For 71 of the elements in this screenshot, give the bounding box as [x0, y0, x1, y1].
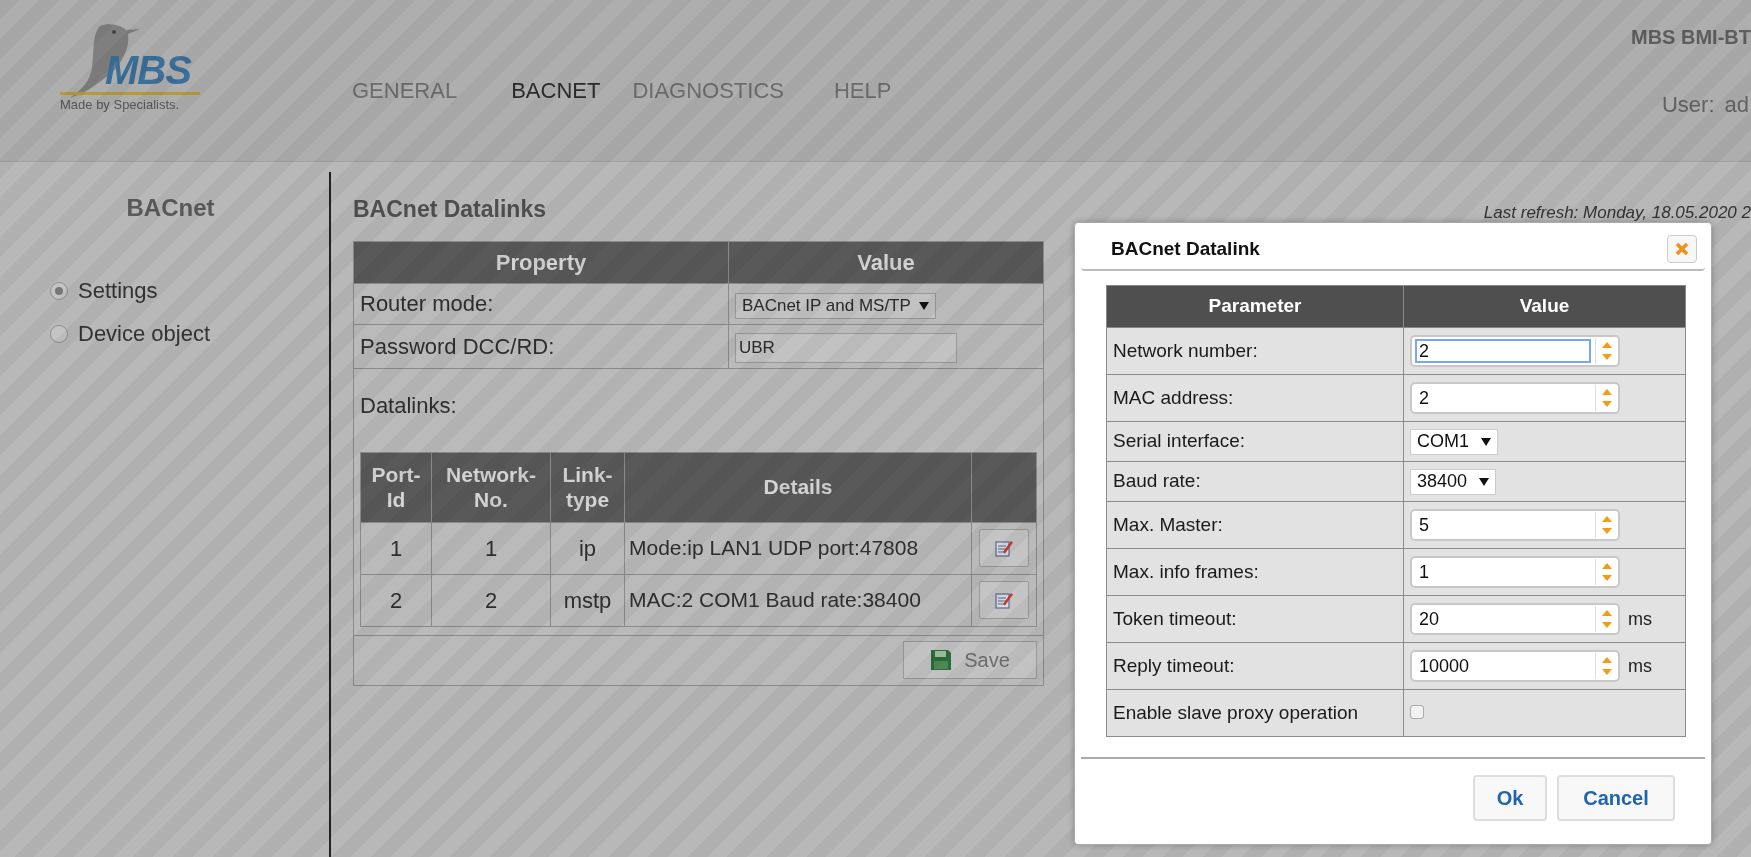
number-spin-box[interactable]: 20: [1410, 603, 1620, 635]
table-cell: ip: [550, 522, 625, 574]
radio[interactable]: [50, 281, 68, 300]
number-input[interactable]: 2: [1415, 339, 1591, 363]
column-header: Link-type: [562, 462, 613, 511]
column-header: Value: [1403, 285, 1686, 328]
edit-button[interactable]: [979, 581, 1029, 619]
table-cell: mstp: [550, 574, 625, 626]
number-input[interactable]: 10000: [1415, 654, 1591, 678]
parameter-label: Serial interface:: [1106, 421, 1404, 462]
table-cell: 1: [431, 522, 551, 574]
caret-icon: [918, 301, 929, 310]
nav-tab[interactable]: BACNET: [511, 74, 601, 107]
number-spin-box[interactable]: 2: [1410, 335, 1620, 367]
table-cell: Mode:ip LAN1 UDP port:47808: [624, 522, 972, 574]
column-header: Network-No.: [446, 462, 536, 511]
column-header: Property: [353, 241, 729, 283]
dropdown[interactable]: COM1: [1410, 428, 1498, 455]
device-title: MBS BMI-BT: [1631, 25, 1751, 50]
password-field[interactable]: UBR: [735, 333, 957, 363]
parameter-label: Reply timeout:: [1106, 642, 1404, 690]
page-title: BACnet Datalinks: [353, 195, 546, 224]
caret-icon: [1479, 477, 1490, 486]
column-header: Parameter: [1106, 285, 1404, 328]
parameter-label: Max. Master:: [1106, 501, 1404, 549]
caret-icon: [1481, 437, 1491, 446]
sidebar-title: BACnet: [125, 193, 216, 223]
sidebar-item[interactable]: Settings: [50, 274, 329, 307]
checkbox[interactable]: [1410, 704, 1424, 719]
parameter-label: Network number:: [1106, 327, 1404, 375]
number-input[interactable]: 20: [1415, 607, 1591, 631]
parameter-label: MAC address:: [1106, 374, 1404, 422]
parameter-label: Max. info frames:: [1106, 548, 1404, 596]
dialog-button[interactable]: Cancel: [1557, 775, 1675, 821]
number-spin-box[interactable]: 10000: [1410, 650, 1620, 682]
user-label: User:: [1661, 91, 1715, 119]
logo-text: MBS: [105, 50, 191, 90]
dialog-title: BACnet Datalink: [1111, 236, 1260, 261]
property-label: Router mode:: [353, 283, 729, 324]
dropdown[interactable]: 38400: [1410, 468, 1497, 495]
edit-icon: [994, 590, 1014, 610]
dialog-button[interactable]: Ok: [1473, 775, 1547, 821]
column-header: Value: [728, 241, 1044, 283]
number-spin-box[interactable]: 5: [1410, 509, 1620, 541]
unit-label: ms: [1628, 654, 1652, 678]
parameter-label: Token timeout:: [1106, 595, 1404, 643]
unit-label: ms: [1628, 607, 1652, 631]
parameter-label: Enable slave proxy operation: [1106, 689, 1404, 737]
parameter-label: Baud rate:: [1106, 461, 1404, 502]
table-cell: 2: [360, 574, 432, 626]
radio[interactable]: [50, 324, 68, 343]
logo-tagline: Made by Specialists.: [60, 98, 180, 111]
floppy-icon: [930, 648, 953, 671]
last-refresh: Last refresh: Monday, 18.05.2020 2: [1483, 202, 1751, 224]
property-label: Password DCC/RD:: [353, 324, 729, 368]
edit-button[interactable]: [979, 529, 1029, 567]
table-cell: MAC:2 COM1 Baud rate:38400: [624, 574, 972, 626]
router-mode-select[interactable]: BACnet IP and MS/TP: [735, 292, 936, 319]
logo[interactable]: MBS Made by Specialists.: [60, 22, 200, 117]
datalinks-label: Datalinks:: [360, 391, 458, 420]
table-cell: 1: [360, 522, 432, 574]
column-header: Port-Id: [371, 462, 421, 511]
edit-icon: [994, 538, 1014, 558]
user-name: ad: [1724, 91, 1749, 119]
sidebar-item[interactable]: Device object: [50, 317, 329, 350]
number-spin-box[interactable]: 1: [1410, 556, 1620, 588]
column-header: Details: [763, 475, 833, 499]
close-icon: [1675, 242, 1689, 256]
table-cell: 2: [431, 574, 551, 626]
number-spin-box[interactable]: 2: [1410, 382, 1620, 414]
close-button[interactable]: [1667, 235, 1697, 263]
